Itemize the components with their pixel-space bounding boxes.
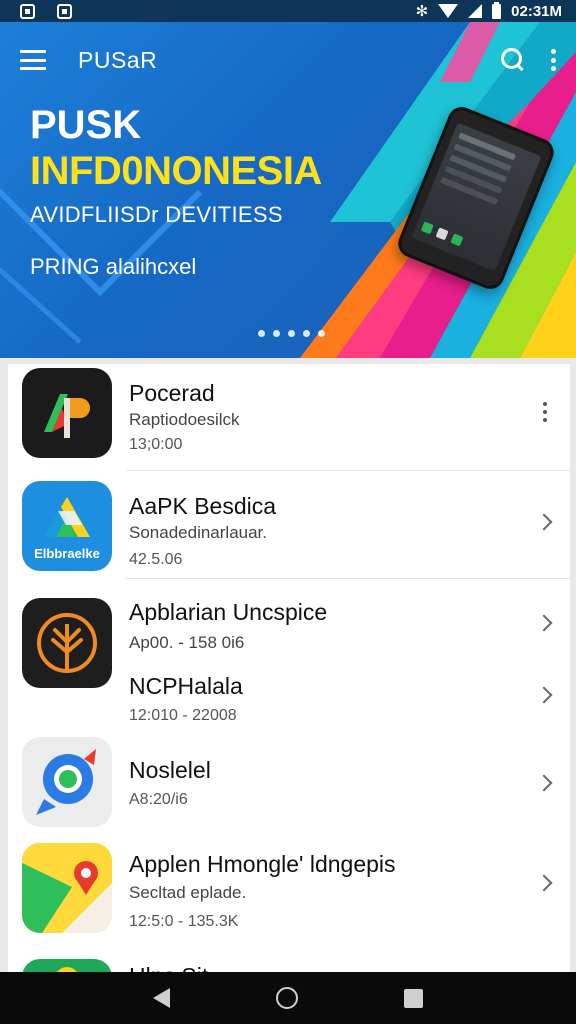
status-bar: ✻ 02:31M <box>0 0 576 22</box>
ap-logo-icon <box>22 368 112 458</box>
signal-icon <box>468 4 483 18</box>
app-meta: A8:20/i6 <box>129 791 188 808</box>
notification-icon <box>20 3 35 19</box>
app-meta: 12:5:0 - 135.3K <box>129 913 239 930</box>
recents-square-icon[interactable] <box>404 988 423 1008</box>
status-time: 02:31M <box>511 2 562 20</box>
list-item[interactable]: Hlps Sit <box>8 949 570 972</box>
back-triangle-icon[interactable] <box>153 988 170 1008</box>
carousel-dot[interactable] <box>273 330 280 337</box>
menu-icon[interactable] <box>20 50 46 70</box>
list-item[interactable]: Elbbraelke AaPK Besdica Sonadedinarlauar… <box>8 471 570 579</box>
battery-icon <box>492 1 502 19</box>
app-title: PUSaR <box>78 46 158 73</box>
carousel-dot[interactable] <box>258 330 265 337</box>
maps-pin-icon <box>22 843 112 933</box>
hero-text: PUSK INFD0NONESIA AVIDFLIISDr DEVITIESS … <box>30 102 322 280</box>
app-title: NCPHalala <box>129 673 243 699</box>
chevron-right-icon[interactable] <box>535 686 553 704</box>
app-title: Noslelel <box>129 757 211 783</box>
app-title: Hlps Sit <box>129 963 208 972</box>
list-item[interactable]: NCPHalala 12:010 - 22008 <box>8 657 570 731</box>
app-title: Apblarian Uncspice <box>129 599 328 625</box>
search-icon[interactable] <box>500 47 526 73</box>
system-nav-bar <box>0 972 576 1024</box>
app-subtitle: Sonadedinarlauar. <box>129 523 268 542</box>
app-meta: 13;0:00 <box>129 436 183 453</box>
app-toolbar: PUSaR <box>0 22 576 98</box>
list-item[interactable]: Applen Hmongle' ldngepis Secltad eplade.… <box>8 831 570 949</box>
chevron-right-icon[interactable] <box>535 774 553 792</box>
chevron-right-icon[interactable] <box>535 513 553 531</box>
hero-tagline: PRING alalihcxel <box>30 254 197 279</box>
app-icon-label: Elbbraelke <box>34 546 100 561</box>
app-meta: 12:010 - 22008 <box>129 707 237 724</box>
app-subtitle: Secltad eplade. <box>129 883 247 902</box>
app-subtitle: Ap00. - 158 0i6 <box>129 633 245 652</box>
carousel-dot[interactable] <box>318 330 325 337</box>
notification-icon-2 <box>57 3 72 19</box>
list-item[interactable]: Noslelel A8:20/i6 <box>8 731 570 831</box>
chevron-right-icon[interactable] <box>535 614 553 632</box>
app-title: AaPK Besdica <box>129 493 277 519</box>
chrome-swirl-icon <box>22 737 112 827</box>
carousel-dot[interactable] <box>303 330 310 337</box>
app-list: Pocerad Raptiodoesilck 13;0:00 Elbbraelk… <box>8 364 570 972</box>
carousel-dot[interactable] <box>288 330 295 337</box>
hero-title-accent: INFD0NONESIA <box>30 149 322 193</box>
list-item[interactable]: Apblarian Uncspice Ap00. - 158 0i6 <box>8 579 570 688</box>
drive-triangle-icon: Elbbraelke <box>22 481 112 571</box>
hero-title: PUSK <box>30 103 142 147</box>
app-subtitle: Raptiodoesilck <box>129 410 240 429</box>
more-vert-icon[interactable] <box>550 49 556 71</box>
home-circle-icon[interactable] <box>276 987 298 1009</box>
carousel-dots[interactable] <box>258 330 325 337</box>
app-title: Pocerad <box>129 380 215 406</box>
hero-banner[interactable]: PUSaR PUSK INFD0NONESIA AVIDFLIISDr DEVI… <box>0 22 576 358</box>
bluetooth-icon: ✻ <box>415 3 429 20</box>
app-meta: 42.5.06 <box>129 551 183 568</box>
app-title: Applen Hmongle' ldngepis <box>129 851 396 877</box>
more-vert-icon[interactable] <box>543 402 548 422</box>
wifi-icon <box>438 4 459 18</box>
green-app-icon <box>22 959 112 972</box>
hero-subtitle: AVIDFLIISDr DEVITIESS <box>30 202 283 227</box>
chevron-right-icon[interactable] <box>535 874 553 892</box>
list-item[interactable]: Pocerad Raptiodoesilck 13;0:00 <box>8 364 570 470</box>
